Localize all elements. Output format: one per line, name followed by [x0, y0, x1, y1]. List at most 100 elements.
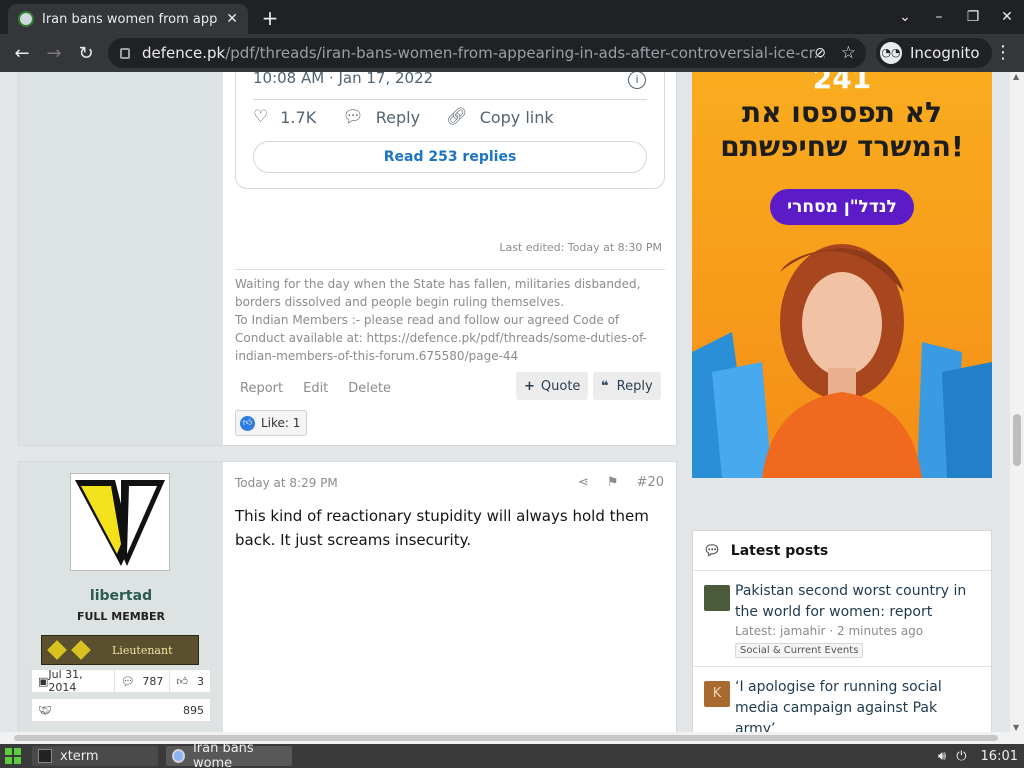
latest-post-title[interactable]: Pakistan second worst country in the wor… [735, 581, 981, 623]
tweet-actions: ♡ 1.7K 💬︎ Reply 🔗︎ Copy link [253, 107, 580, 127]
user-title: FULL MEMBER [76, 610, 166, 623]
latest-post-title[interactable]: ‘I apologise for running social media ca… [735, 677, 981, 732]
post-user-sidebar: libertad FULL MEMBER Lieutenant ▣ Jul 31… [19, 462, 223, 732]
close-tab-icon[interactable]: ✕ [226, 11, 238, 27]
signature-divider [235, 269, 665, 270]
messages-icon: 💬︎ [121, 674, 135, 688]
clock[interactable]: 16:01 [981, 749, 1018, 764]
back-button[interactable]: ← [6, 43, 38, 64]
tweet-copy-link-button[interactable]: 🔗︎ Copy link [446, 107, 554, 127]
horizontal-scrollbar-thumb[interactable] [14, 735, 998, 741]
bookmark-icon[interactable]: ⚑ [607, 475, 619, 490]
volume-icon[interactable]: 🔊︎ [938, 749, 946, 764]
post-tools: ⋖ ⚑ #20 [560, 475, 664, 490]
likes-count: Like: 1 [261, 416, 301, 430]
reload-button[interactable]: ↻ [70, 43, 102, 64]
likes-summary[interactable]: 👍︎ Like: 1 [235, 410, 308, 436]
bookmark-star-icon[interactable]: ☆ [841, 43, 856, 63]
post-body: This kind of reactionary stupidity will … [235, 507, 649, 549]
minimize-button[interactable]: – [922, 9, 956, 25]
taskbar-item-xterm[interactable]: xterm [32, 746, 158, 766]
forward-button[interactable]: → [38, 43, 70, 64]
post-number[interactable]: #20 [637, 475, 664, 490]
lock-icon[interactable] [120, 47, 130, 59]
desktop-taskbar: xterm Iran bans wome 🔊︎ ⏻ 16:01 [0, 741, 1024, 768]
quote-marks-icon: ❝ [601, 378, 609, 394]
scrollbar-thumb[interactable] [1013, 414, 1021, 466]
calendar-icon: ▣ [38, 674, 49, 688]
read-replies-button[interactable]: Read 253 replies [253, 141, 647, 173]
rank-pip-icon [71, 640, 91, 660]
joined-stat: ▣ Jul 31, 2014 [32, 668, 115, 694]
quote-button[interactable]: + Quote [516, 372, 589, 400]
delete-link[interactable]: Delete [348, 381, 391, 396]
latest-post-avatar[interactable] [704, 585, 730, 611]
start-menu-icon[interactable] [2, 745, 24, 767]
page-viewport: 10:08 AM · Jan 17, 2022 i ♡ 1.7K 💬︎ Repl… [0, 72, 1010, 732]
comments-icon: 💬︎ [703, 542, 721, 559]
report-link[interactable]: Report [240, 381, 283, 396]
incognito-indicator[interactable]: ◔◔ Incognito [876, 38, 992, 68]
handshake-icon: 🤝︎ [38, 703, 52, 717]
username-link[interactable]: libertad [19, 588, 223, 604]
thumbs-up-icon: 👍︎ [176, 674, 188, 688]
share-icon[interactable]: ⋖ [578, 475, 589, 490]
reactions-count: 3 [197, 674, 204, 688]
browser-tab[interactable]: Iran bans women from app ✕ [8, 4, 248, 34]
horizontal-scrollbar[interactable] [0, 732, 1024, 744]
user-stats: ▣ Jul 31, 2014 💬︎ 787 👍︎ 3 [31, 668, 211, 694]
edit-link[interactable]: Edit [303, 381, 328, 396]
latest-post-meta[interactable]: Latest: jamahir · 2 minutes ago [735, 624, 981, 638]
reactions-stat: 👍︎ 3 [170, 670, 210, 692]
latest-posts-heading: Latest posts [730, 542, 829, 559]
address-bar[interactable]: defence.pk /pdf/threads/iran-bans-women-… [108, 38, 866, 68]
tweet-reply-button[interactable]: 💬︎ Reply [342, 107, 420, 127]
reply-button[interactable]: ❝ Reply [593, 372, 661, 400]
incognito-icon: ◔◔ [880, 42, 902, 64]
speech-bubble-icon: 💬︎ [342, 107, 364, 127]
incognito-label: Incognito [910, 44, 980, 62]
messages-count: 787 [142, 674, 164, 688]
browser-menu-icon[interactable]: ⋮ [994, 42, 1012, 63]
taskbar-item-chrome[interactable]: Iran bans wome [166, 741, 292, 768]
browser-tabstrip: Iran bans women from app ✕ + ⌄ – ❐ ✕ [0, 0, 1024, 34]
tweet-copy-link-label: Copy link [479, 107, 554, 127]
tab-title: Iran bans women from app [42, 11, 218, 27]
avatar[interactable] [70, 473, 170, 571]
post-date[interactable]: Today at 8:29 PM [235, 476, 338, 490]
rank-label: Lieutenant [112, 643, 173, 657]
ad-headline-line: לא תפספסו את [742, 96, 942, 129]
ad-cta-button[interactable]: לנדל"ן מסחרי [770, 189, 914, 225]
scroll-up-arrow-icon[interactable]: ▲ [1013, 72, 1019, 81]
forum-post: 10:08 AM · Jan 17, 2022 i ♡ 1.7K 💬︎ Repl… [18, 72, 677, 446]
post-user-sidebar [19, 72, 223, 445]
rank-banner: Lieutenant [41, 635, 199, 665]
terminal-icon [38, 749, 52, 763]
messages-stat: 💬︎ 787 [115, 670, 171, 692]
url-path: /pdf/threads/iran-bans-women-from-appear… [225, 44, 826, 62]
trophy-stat: 🤝︎ 895 [31, 698, 211, 722]
latest-posts-header: 💬︎ Latest posts [693, 531, 991, 571]
ad-top-text: 241 [812, 72, 872, 95]
scroll-down-arrow-icon[interactable]: ▼ [1013, 723, 1019, 732]
heart-icon: ♡ [253, 107, 269, 127]
latest-post-avatar[interactable]: K [704, 681, 730, 707]
tweet-reply-label: Reply [375, 107, 421, 127]
quote-label: Quote [540, 378, 581, 394]
vertical-scrollbar[interactable]: ▲ ▼ [1010, 72, 1024, 732]
tracking-blocked-icon[interactable]: ⊘ [814, 45, 826, 61]
tweet-timestamp[interactable]: 10:08 AM · Jan 17, 2022 [253, 72, 433, 87]
signature-line: Waiting for the day when the State has f… [235, 277, 641, 309]
tweet-like-button[interactable]: ♡ 1.7K [253, 107, 316, 127]
info-icon[interactable]: i [628, 72, 646, 89]
close-window-button[interactable]: ✕ [990, 9, 1024, 25]
ad-photo-woman-buildings [692, 244, 992, 478]
restore-button[interactable]: ❐ [956, 9, 990, 25]
new-tab-button[interactable]: + [258, 6, 282, 30]
like-thumb-icon: 👍︎ [240, 415, 255, 431]
power-icon[interactable]: ⏻ [956, 749, 966, 764]
latest-post-forum-tag[interactable]: Social & Current Events [735, 643, 864, 658]
advertisement[interactable]: 241 לא תפספסו את המשרד שחיפשתם! לנדל"ן מ… [692, 72, 992, 478]
site-favicon-icon [18, 11, 34, 27]
tab-search-icon[interactable]: ⌄ [888, 9, 922, 25]
